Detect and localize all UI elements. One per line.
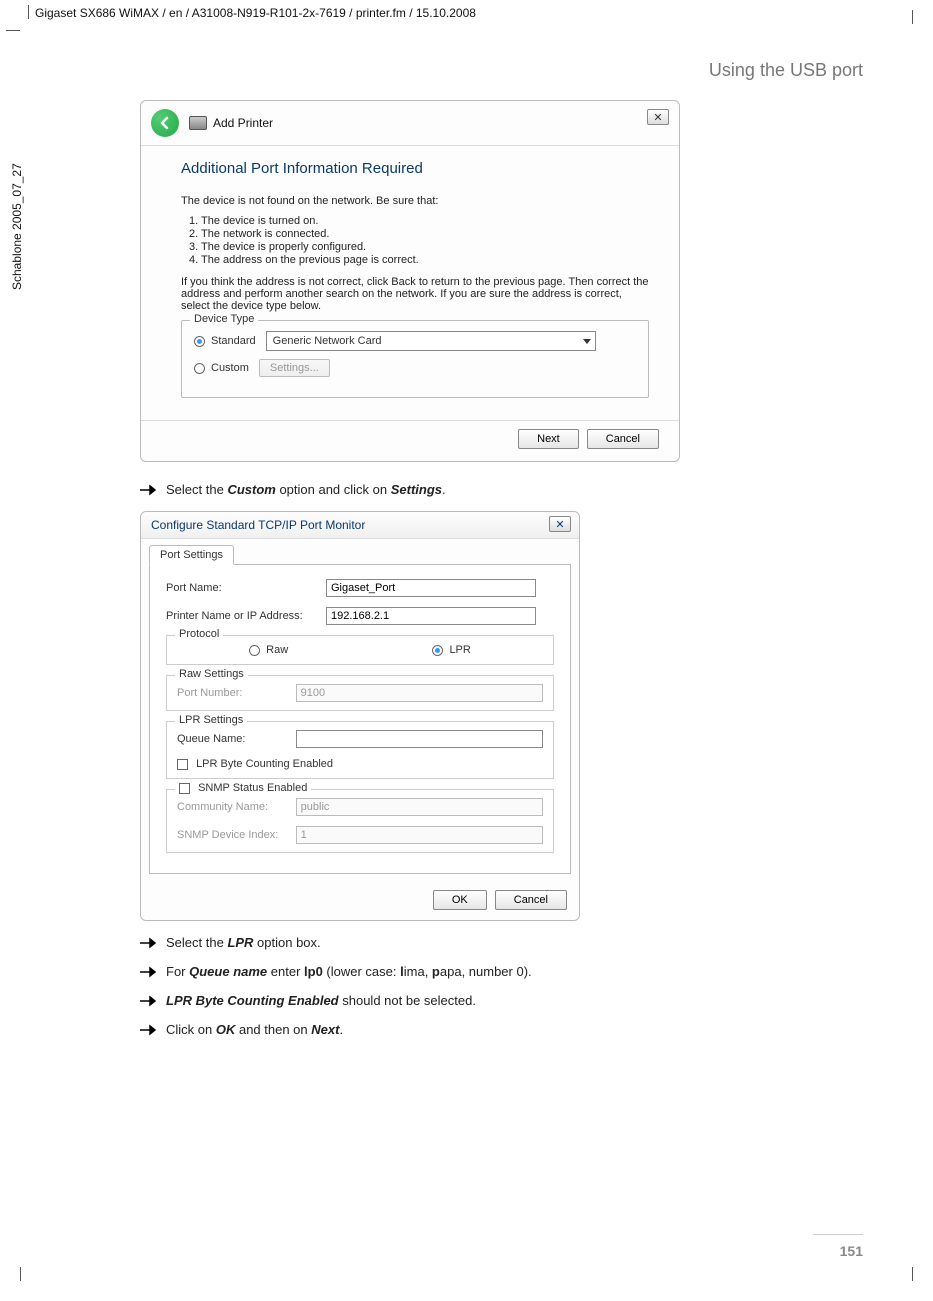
dialog-footer: OK Cancel <box>141 882 579 920</box>
dialog-heading: Additional Port Information Required <box>181 160 649 177</box>
group-legend: Device Type <box>190 313 258 325</box>
port-number-input <box>296 684 543 702</box>
checkbox-icon[interactable] <box>179 783 190 794</box>
list-item: 1. The device is turned on. <box>189 215 649 227</box>
raw-radio[interactable]: Raw <box>249 644 288 656</box>
dialog-title-bar: Configure Standard TCP/IP Port Monitor ✕ <box>141 512 579 539</box>
printer-address-label: Printer Name or IP Address: <box>166 610 326 622</box>
snmp-index-label: SNMP Device Index: <box>177 829 296 841</box>
settings-button: Settings... <box>259 359 330 377</box>
back-icon[interactable] <box>151 109 179 137</box>
page-number: 151 <box>840 1243 863 1259</box>
device-type-dropdown[interactable]: Generic Network Card <box>266 331 596 351</box>
printer-icon <box>189 116 207 130</box>
arrow-right-icon <box>140 937 160 949</box>
dialog-header: Add Printer ✕ <box>141 101 679 141</box>
community-name-input <box>296 798 543 816</box>
list-item: 4. The address on the previous page is c… <box>189 254 649 266</box>
tab-panel: Port Name: Printer Name or IP Address: P… <box>149 564 571 874</box>
cancel-button[interactable]: Cancel <box>495 890 567 910</box>
group-legend: SNMP Status Enabled <box>175 782 311 794</box>
instruction-step: Click on OK and then on Next. <box>140 1022 860 1037</box>
arrow-right-icon <box>140 1024 160 1036</box>
port-monitor-dialog: Configure Standard TCP/IP Port Monitor ✕… <box>140 511 580 921</box>
checkbox-icon[interactable] <box>177 759 188 770</box>
group-legend: LPR Settings <box>175 714 247 726</box>
list-item: 3. The device is properly configured. <box>189 241 649 253</box>
port-name-input[interactable] <box>326 579 536 597</box>
add-printer-dialog: Add Printer ✕ Additional Port Informatio… <box>140 100 680 462</box>
crop-mark <box>20 1267 21 1281</box>
dialog-title: Configure Standard TCP/IP Port Monitor <box>151 518 365 532</box>
port-number-label: Port Number: <box>177 687 296 699</box>
crop-mark <box>912 10 913 24</box>
crop-mark <box>6 30 20 31</box>
dialog-footer: Next Cancel <box>141 420 679 449</box>
template-name: Schablone 2005_07_27 <box>10 163 24 290</box>
close-icon[interactable]: ✕ <box>549 516 571 532</box>
protocol-group: Protocol Raw LPR <box>166 635 554 665</box>
tab-port-settings[interactable]: Port Settings <box>149 545 234 565</box>
document-path: Gigaset SX686 WiMAX / en / A31008-N919-R… <box>35 6 476 20</box>
radio-icon[interactable] <box>194 336 205 347</box>
checkbox-label: LPR Byte Counting Enabled <box>196 758 333 770</box>
instruction-step: LPR Byte Counting Enabled should not be … <box>140 993 860 1008</box>
page-number-rule <box>813 1234 863 1235</box>
queue-name-input[interactable] <box>296 730 543 748</box>
dialog-title: Add Printer <box>213 116 273 130</box>
radio-icon[interactable] <box>432 645 443 656</box>
list-item: 2. The network is connected. <box>189 228 649 240</box>
queue-name-label: Queue Name: <box>177 733 296 745</box>
raw-settings-group: Raw Settings Port Number: <box>166 675 554 711</box>
snmp-index-input <box>296 826 543 844</box>
lpr-settings-group: LPR Settings Queue Name: LPR Byte Counti… <box>166 721 554 779</box>
page-section-title: Using the USB port <box>709 60 863 81</box>
ok-button[interactable]: OK <box>433 890 487 910</box>
port-name-row: Port Name: <box>166 579 554 597</box>
radio-label: Custom <box>211 362 249 374</box>
community-name-label: Community Name: <box>177 801 296 813</box>
group-legend: Protocol <box>175 628 223 640</box>
group-legend: Raw Settings <box>175 668 248 680</box>
arrow-right-icon <box>140 966 160 978</box>
paragraph: If you think the address is not correct,… <box>181 276 649 312</box>
next-button[interactable]: Next <box>518 429 579 449</box>
port-name-label: Port Name: <box>166 582 326 594</box>
lpr-radio[interactable]: LPR <box>432 644 470 656</box>
instruction-step: Select the LPR option box. <box>140 935 860 950</box>
printer-address-row: Printer Name or IP Address: <box>166 607 554 625</box>
instruction-step: For Queue name enter lp0 (lower case: li… <box>140 964 860 979</box>
standard-radio-row[interactable]: Standard Generic Network Card <box>194 331 636 351</box>
radio-label: Standard <box>211 335 256 347</box>
cancel-button[interactable]: Cancel <box>587 429 659 449</box>
printer-address-input[interactable] <box>326 607 536 625</box>
chevron-down-icon <box>583 339 591 344</box>
crop-mark <box>28 5 29 19</box>
radio-icon[interactable] <box>249 645 260 656</box>
radio-label: Raw <box>266 644 288 656</box>
intro-text: The device is not found on the network. … <box>181 195 649 207</box>
dropdown-value: Generic Network Card <box>273 335 382 347</box>
crop-mark <box>912 1267 913 1281</box>
checkbox-label: SNMP Status Enabled <box>198 782 307 794</box>
instruction-step: Select the Custom option and click on Se… <box>140 482 860 497</box>
snmp-group: SNMP Status Enabled Community Name: SNMP… <box>166 789 554 853</box>
byte-counting-checkbox[interactable]: LPR Byte Counting Enabled <box>177 758 543 770</box>
radio-label: LPR <box>449 644 470 656</box>
radio-icon[interactable] <box>194 363 205 374</box>
arrow-right-icon <box>140 484 160 496</box>
device-type-group: Device Type Standard Generic Network Car… <box>181 320 649 398</box>
arrow-right-icon <box>140 995 160 1007</box>
custom-radio-row[interactable]: Custom Settings... <box>194 359 636 377</box>
checklist: 1. The device is turned on. 2. The netwo… <box>189 215 649 266</box>
close-icon[interactable]: ✕ <box>647 109 669 125</box>
